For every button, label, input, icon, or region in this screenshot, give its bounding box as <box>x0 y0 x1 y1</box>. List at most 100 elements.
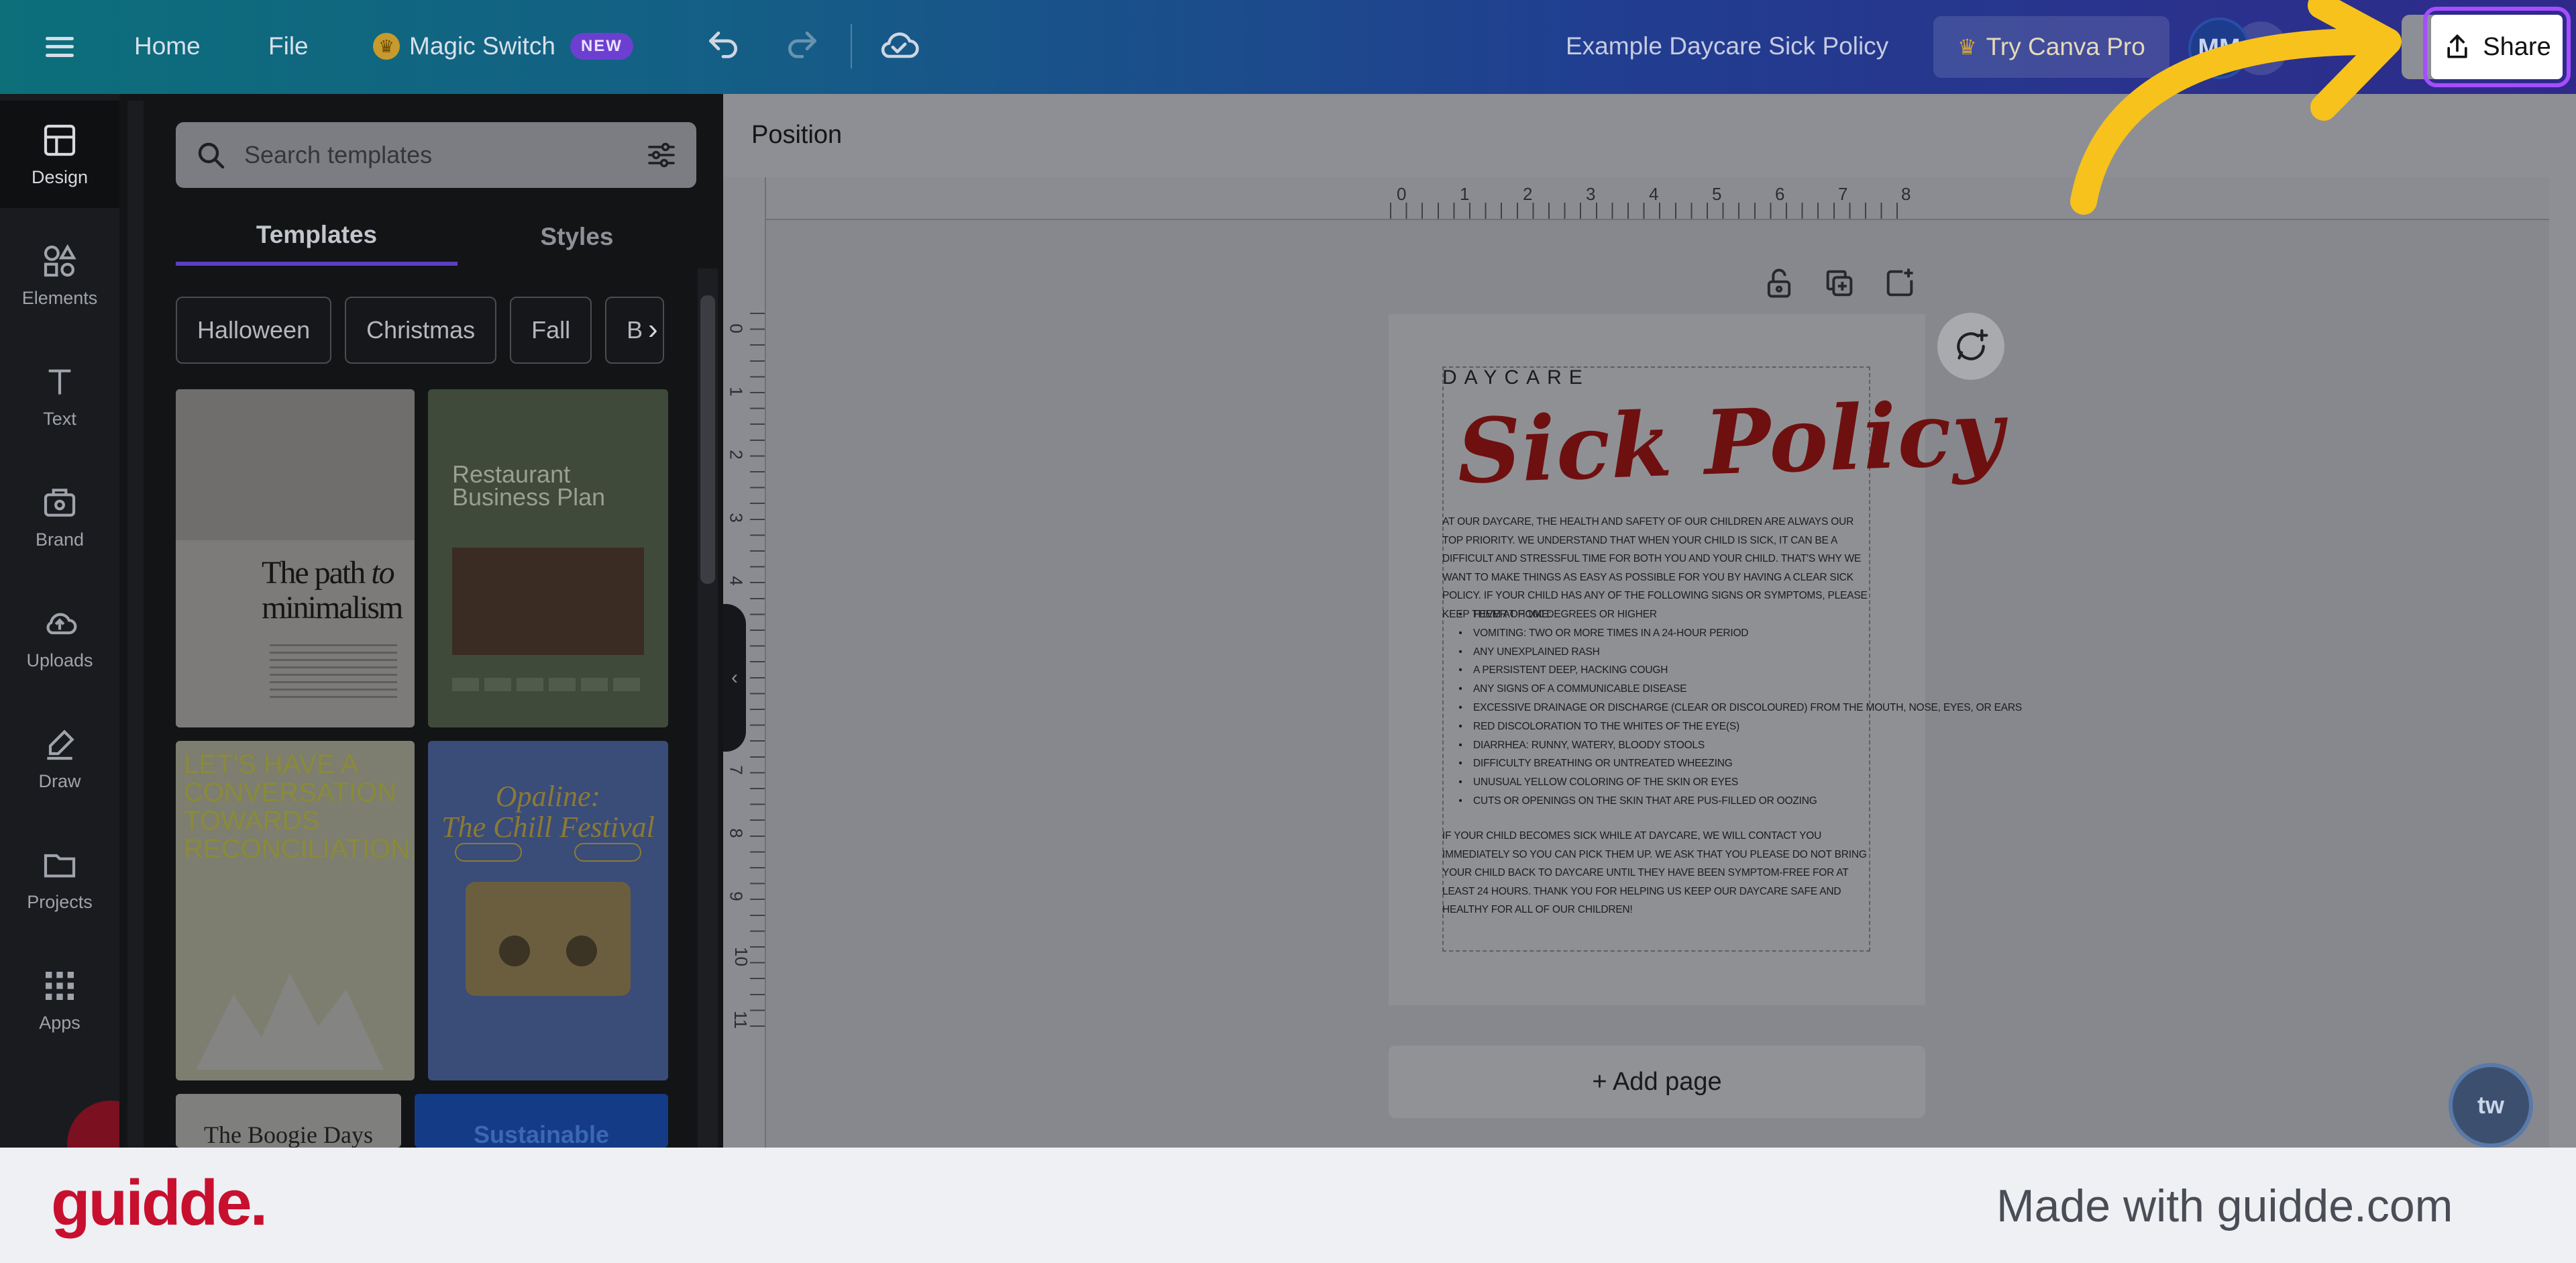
rail-label: Uploads <box>26 650 93 670</box>
ruler-number: 4 <box>1649 184 1659 204</box>
toolbar-divider <box>851 24 852 68</box>
list-item: Difficulty breathing or untreated wheezi… <box>1456 754 1872 773</box>
list-item: Red discoloration to the whites of the e… <box>1456 717 1872 736</box>
file-menu-button[interactable]: File <box>268 32 309 60</box>
template-title: The path to minimalism <box>262 555 403 625</box>
symptom-list[interactable]: Fever of 100 degrees or higher Vomiting:… <box>1456 605 2022 811</box>
rail-label: Brand <box>35 529 85 550</box>
ruler-number: 4 <box>726 576 747 586</box>
made-with-guidde-text[interactable]: Made with guidde.com <box>1996 1180 2453 1232</box>
document-title-text[interactable]: Sick Policy <box>1456 381 2006 504</box>
document-title[interactable]: Example Daycare Sick Policy <box>1566 32 1888 60</box>
search-icon <box>198 142 225 169</box>
hamburger-menu-icon[interactable] <box>43 30 76 64</box>
chevron-right-icon[interactable]: › <box>648 313 658 346</box>
list-item: Cuts or openings on the skin that are pu… <box>1456 792 1872 811</box>
ruler-number: 3 <box>726 513 747 523</box>
share-label: Share <box>2483 32 2551 61</box>
document-outro[interactable]: If your child becomes sick while at dayc… <box>1442 827 1872 919</box>
search-bar[interactable] <box>176 122 696 188</box>
home-button[interactable]: Home <box>134 32 201 60</box>
rail-item-apps[interactable]: Apps <box>0 946 119 1054</box>
template-card[interactable]: The path to minimalism <box>176 389 415 727</box>
template-title: LET'S HAVE A CONVERSATION TOWARDS RECONC… <box>184 750 415 864</box>
collapse-panel-chevron-icon[interactable]: ‹ <box>723 604 746 752</box>
ruler-number: 10 <box>731 947 751 966</box>
uploads-icon <box>46 613 77 634</box>
template-card[interactable]: Opaline: The Chill Festival <box>428 741 668 1080</box>
crown-icon: ♛ <box>373 33 400 60</box>
list-item: Unusual yellow coloring of the skin or e… <box>1456 773 1872 792</box>
ruler-number: 3 <box>1586 184 1596 204</box>
add-comment-button[interactable] <box>1937 313 2004 380</box>
rail-item-uploads[interactable]: Uploads <box>0 584 119 691</box>
ruler-number: 9 <box>726 891 747 901</box>
list-item: Any unexplained rash <box>1456 643 1872 662</box>
document-kicker[interactable]: DAYCARE <box>1442 366 1590 389</box>
ruler-number: 1 <box>726 387 747 397</box>
template-card[interactable]: The Boogie Days <box>176 1094 401 1148</box>
rail-item-text[interactable]: Text <box>0 342 119 450</box>
search-input[interactable] <box>244 141 628 169</box>
cloud-save-icon[interactable] <box>877 27 920 64</box>
ruler-number: 2 <box>1523 184 1533 204</box>
rail-item-design[interactable]: Design <box>0 101 119 208</box>
share-button[interactable]: Share <box>2423 7 2571 87</box>
ruler-number: 1 <box>1460 184 1470 204</box>
rail-label: Design <box>31 166 89 187</box>
template-card[interactable]: Sustainable <box>415 1094 668 1148</box>
template-card[interactable]: LET'S HAVE A CONVERSATION TOWARDS RECONC… <box>176 741 415 1080</box>
rail-item-projects[interactable]: Projects <box>0 825 119 933</box>
ruler-number: 8 <box>726 828 747 838</box>
rail-label: Projects <box>27 891 93 912</box>
list-item: Excessive drainage or discharge (clear o… <box>1456 699 2022 717</box>
ruler-number: 2 <box>726 450 747 460</box>
ruler-number: 7 <box>1838 184 1848 204</box>
help-assistant-icon[interactable]: tw <box>2449 1063 2533 1148</box>
template-photo <box>196 973 384 1070</box>
tab-styles[interactable]: Styles <box>458 208 696 266</box>
template-title: Restaurant Business Plan <box>452 460 606 511</box>
add-page-icon[interactable] <box>1882 266 1917 301</box>
cassette-tape-image <box>466 882 631 996</box>
template-card[interactable]: Restaurant Business Plan <box>428 389 668 727</box>
rail-item-draw[interactable]: Draw <box>0 705 119 812</box>
rail-label: Draw <box>38 770 81 791</box>
filter-sliders-icon[interactable] <box>645 139 678 171</box>
list-item: A persistent deep, hacking cough <box>1456 661 1872 680</box>
redo-icon[interactable] <box>784 27 821 64</box>
canvas-scrollbar[interactable] <box>2549 177 2576 1148</box>
panel-scroll-thumb[interactable] <box>700 295 715 584</box>
ruler-number: 8 <box>1901 184 1911 204</box>
tab-templates[interactable]: Templates <box>176 208 458 266</box>
crown-icon: ♛ <box>1957 35 1977 59</box>
template-photo <box>452 548 644 655</box>
chip-christmas[interactable]: Christmas <box>345 297 497 364</box>
tape-reel <box>566 936 597 966</box>
magic-switch-label: Magic Switch <box>409 32 555 60</box>
position-button[interactable]: Position <box>751 121 842 150</box>
pointer-arrow-icon <box>2070 0 2402 215</box>
ruler-number: 7 <box>726 765 747 775</box>
chip-halloween[interactable]: Halloween <box>176 297 332 364</box>
rail-label: Text <box>43 408 76 429</box>
brand-icon <box>44 488 76 517</box>
undo-icon[interactable] <box>704 27 742 64</box>
rail-item-brand[interactable]: Brand <box>0 463 119 570</box>
lock-icon[interactable] <box>1762 266 1796 301</box>
ruler-ticks <box>1390 203 1907 219</box>
rail-item-elements[interactable]: Elements <box>0 221 119 329</box>
chip-fall[interactable]: Fall <box>510 297 592 364</box>
template-pill <box>574 843 641 862</box>
list-item: Vomiting: two or more times in a 24-hour… <box>1456 624 1872 643</box>
add-page-button[interactable]: + Add page <box>1389 1046 1925 1118</box>
duplicate-page-icon[interactable] <box>1822 266 1857 301</box>
magic-switch-button[interactable]: ♛ Magic Switch NEW <box>373 32 633 60</box>
ruler-ticks <box>750 313 765 1038</box>
category-chips: Halloween Christmas Fall B <box>176 297 672 364</box>
design-icon <box>44 124 76 156</box>
list-item: Any signs of a communicable disease <box>1456 680 1872 699</box>
list-item: Fever of 100 degrees or higher <box>1456 605 1872 624</box>
guidde-logo[interactable]: guidde. <box>51 1166 268 1240</box>
apps-icon <box>46 971 74 1000</box>
